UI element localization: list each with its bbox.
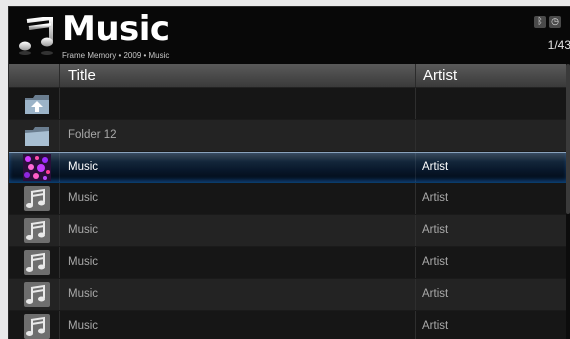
music-file-icon (24, 282, 50, 307)
clock-icon: ◷ (549, 16, 561, 28)
item-artist: Artist (422, 320, 449, 332)
music-browser-window: Music Frame Memory • 2009 • Music ᛒ ◷ 1/… (8, 6, 570, 339)
list-item-folder[interactable]: Folder 12 (9, 120, 567, 152)
scrollbar-thumb[interactable] (566, 64, 570, 214)
column-header-artist[interactable]: Artist (423, 64, 457, 87)
folder-icon (25, 127, 49, 146)
title-cell (60, 88, 416, 119)
title-cell (60, 279, 416, 310)
column-separator (415, 64, 416, 87)
item-artist: Artist (422, 256, 449, 268)
item-artist: Artist (422, 288, 449, 300)
breadcrumb: Frame Memory • 2009 • Music (62, 51, 170, 60)
item-title: Music (68, 256, 99, 268)
list-item-music[interactable]: Music Artist (9, 183, 567, 215)
item-title: Music (68, 161, 99, 173)
column-header-row: Title Artist (9, 64, 567, 88)
page-counter: 1/43 (547, 38, 570, 52)
music-note-icon (19, 17, 53, 55)
item-title: Music (68, 224, 99, 236)
title-cell (60, 183, 416, 214)
music-file-icon (24, 218, 50, 243)
bluetooth-icon: ᛒ (534, 16, 546, 28)
page-title: Music (62, 9, 170, 49)
title-cell (60, 215, 416, 246)
title-cell (60, 247, 416, 278)
item-title: Music (68, 192, 99, 204)
list-item-music[interactable]: Music Artist (9, 215, 567, 247)
list-item-music[interactable]: Music Artist (9, 247, 567, 279)
music-file-icon (24, 250, 50, 275)
folder-up-icon (25, 95, 49, 114)
music-file-icon (24, 186, 50, 211)
title-cell (60, 311, 416, 339)
item-artist: Artist (422, 161, 449, 173)
column-header-title[interactable]: Title (68, 64, 96, 87)
list-item-music[interactable]: Music Artist (9, 311, 567, 339)
item-artist: Artist (422, 192, 449, 204)
list-item-selected[interactable]: Music Artist (9, 152, 567, 183)
item-title: Music (68, 288, 99, 300)
music-list: Title Artist Folder 12 Music Artist Musi… (9, 64, 567, 339)
item-title: Music (68, 320, 99, 332)
item-artist: Artist (422, 224, 449, 236)
music-file-icon (24, 314, 50, 339)
item-title: Folder 12 (68, 129, 117, 141)
column-separator (59, 64, 60, 87)
list-item-folder-up[interactable] (9, 88, 567, 120)
album-art-thumbnail (23, 154, 51, 181)
list-item-music[interactable]: Music Artist (9, 279, 567, 311)
status-icons: ᛒ ◷ (534, 16, 561, 28)
header: Music Frame Memory • 2009 • Music ᛒ ◷ 1/… (9, 7, 570, 64)
title-cell (60, 153, 416, 182)
